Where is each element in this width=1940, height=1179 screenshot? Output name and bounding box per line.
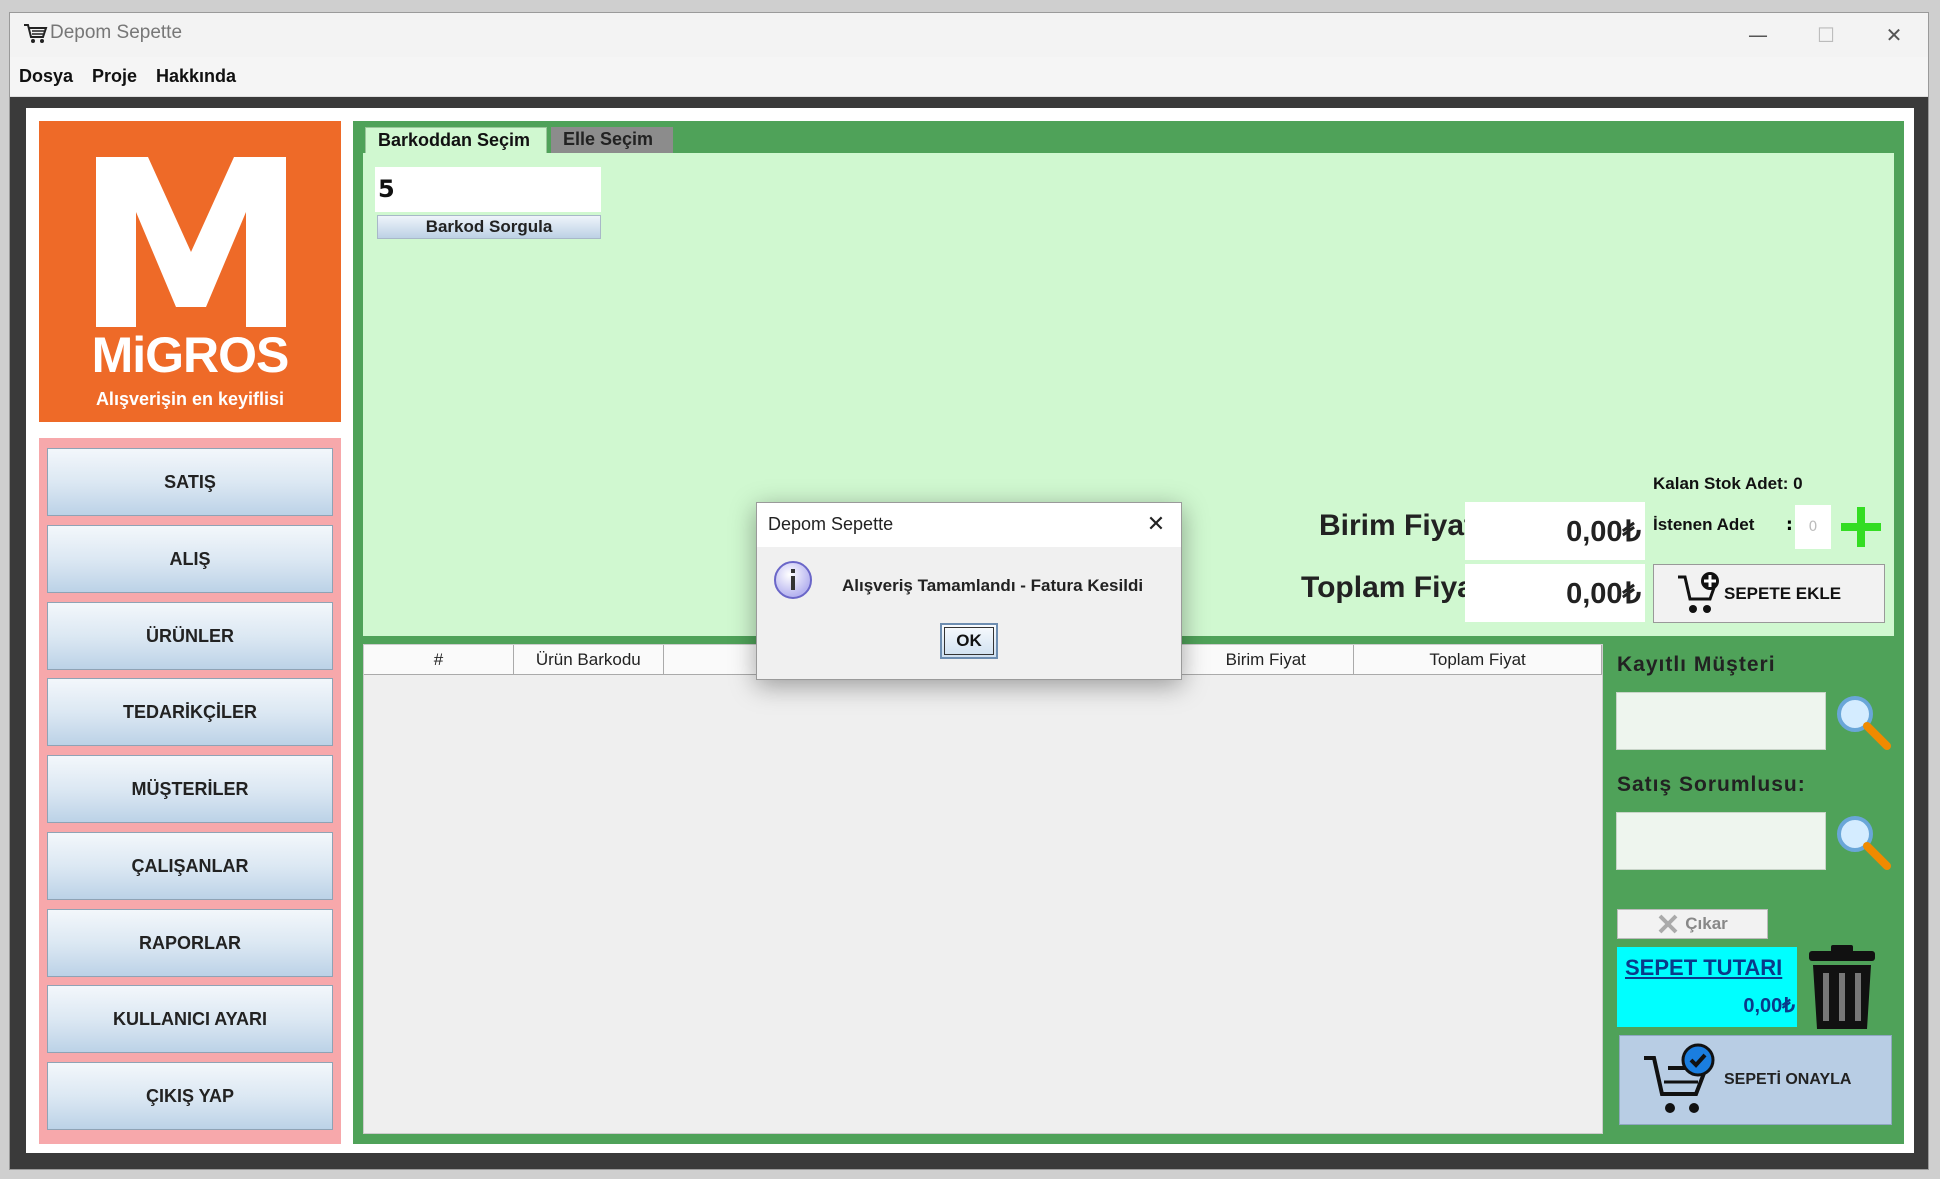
sales-rep-field[interactable] (1616, 812, 1826, 870)
nav-tedarikciler-button[interactable]: TEDARİKÇİLER (47, 678, 333, 746)
sales-rep-search-icon[interactable] (1833, 812, 1893, 872)
remove-button[interactable]: Çıkar (1617, 909, 1768, 939)
confirm-cart-label: SEPETİ ONAYLA (1724, 1071, 1852, 1088)
dialog-title: Depom Sepette (768, 514, 894, 534)
nav-urunler-button[interactable]: ÜRÜNLER (47, 602, 333, 670)
close-button[interactable]: ✕ (1860, 13, 1928, 57)
title-bar: Depom Sepette — ☐ ✕ (10, 13, 1928, 57)
cart-table: # Ürün Barkodu Birim Fiyat Toplam Fiyat (363, 644, 1603, 1134)
column-index[interactable]: # (364, 645, 514, 675)
requested-qty-label: İstenen Adet (1653, 515, 1755, 534)
logo-brand: MiGROS (91, 327, 290, 383)
logo-slogan: Alışverişin en keyiflisi (95, 389, 285, 409)
nav-musteriler-button[interactable]: MÜŞTERİLER (47, 755, 333, 823)
total-price-value: 0,00₺ (1465, 564, 1645, 622)
confirm-cart-button[interactable]: SEPETİ ONAYLA (1619, 1035, 1892, 1125)
info-dialog: Depom Sepette ✕ Alışveriş Tamamlandı - F… (756, 502, 1182, 680)
menu-hakkinda[interactable]: Hakkında (156, 66, 236, 87)
info-icon (774, 561, 812, 599)
dialog-close-button[interactable]: ✕ (1141, 509, 1171, 539)
nav-satis-button[interactable]: SATIŞ (47, 448, 333, 516)
dialog-message: Alışveriş Tamamlandı - Fatura Kesildi (842, 576, 1144, 595)
menu-dosya[interactable]: Dosya (19, 66, 73, 87)
add-to-cart-label: SEPETE EKLE (1724, 583, 1842, 603)
dialog-title-bar: Depom Sepette ✕ (757, 503, 1181, 547)
cart-app-icon (24, 24, 48, 43)
customer-field[interactable] (1616, 692, 1826, 750)
nav-calisanlar-button[interactable]: ÇALIŞANLAR (47, 832, 333, 900)
remaining-stock-label: Kalan Stok Adet: 0 (1653, 474, 1803, 493)
customer-search-icon[interactable] (1833, 692, 1893, 752)
remove-label: Çıkar (1685, 914, 1728, 933)
trash-icon[interactable] (1805, 943, 1879, 1033)
column-total-price[interactable]: Toplam Fiyat (1354, 645, 1602, 675)
unit-price-value: 0,00₺ (1465, 502, 1645, 560)
requested-qty-input[interactable]: 0 (1795, 505, 1831, 549)
remove-x-icon (1658, 914, 1678, 934)
barcode-query-button[interactable]: Barkod Sorgula (377, 215, 601, 239)
sidebar-nav: SATIŞ ALIŞ ÜRÜNLER TEDARİKÇİLER MÜŞTERİL… (39, 438, 341, 1144)
nav-raporlar-button[interactable]: RAPORLAR (47, 909, 333, 977)
column-barcode[interactable]: Ürün Barkodu (513, 645, 664, 675)
column-unit-price[interactable]: Birim Fiyat (1178, 645, 1355, 675)
nav-kullanici-ayari-button[interactable]: KULLANICI AYARI (47, 985, 333, 1053)
requested-qty-colon: : (1786, 515, 1793, 535)
tab-elle-secim[interactable]: Elle Seçim (551, 127, 673, 153)
nav-alis-button[interactable]: ALIŞ (47, 525, 333, 593)
cart-total-box: SEPET TUTARI 0,00₺ (1617, 947, 1797, 1027)
menu-proje[interactable]: Proje (92, 66, 137, 87)
cart-check-icon (1644, 1043, 1715, 1113)
menu-bar: Dosya Proje Hakkında (10, 57, 1928, 97)
maximize-button[interactable]: ☐ (1792, 13, 1860, 57)
window-title: Depom Sepette (50, 22, 183, 43)
barcode-input[interactable]: 5 (375, 167, 601, 212)
ok-button[interactable]: OK (940, 623, 998, 659)
sales-rep-label: Satış Sorumlusu: (1617, 773, 1806, 796)
nav-cikis-yap-button[interactable]: ÇIKIŞ YAP (47, 1062, 333, 1130)
registered-customer-label: Kayıtlı Müşteri (1617, 653, 1776, 676)
tab-barkoddan-secim[interactable]: Barkoddan Seçim (365, 127, 547, 153)
add-to-cart-button[interactable]: SEPETE EKLE (1653, 564, 1885, 623)
plus-icon[interactable] (1837, 503, 1885, 551)
cart-total-title: SEPET TUTARI (1625, 955, 1783, 980)
add-to-cart-icon (1678, 571, 1719, 613)
m-logo-icon (96, 157, 286, 327)
cart-total-value: 0,00₺ (1743, 995, 1795, 1017)
migros-logo: MiGROS Alışverişin en keyiflisi (39, 121, 341, 422)
minimize-button[interactable]: — (1724, 13, 1792, 57)
